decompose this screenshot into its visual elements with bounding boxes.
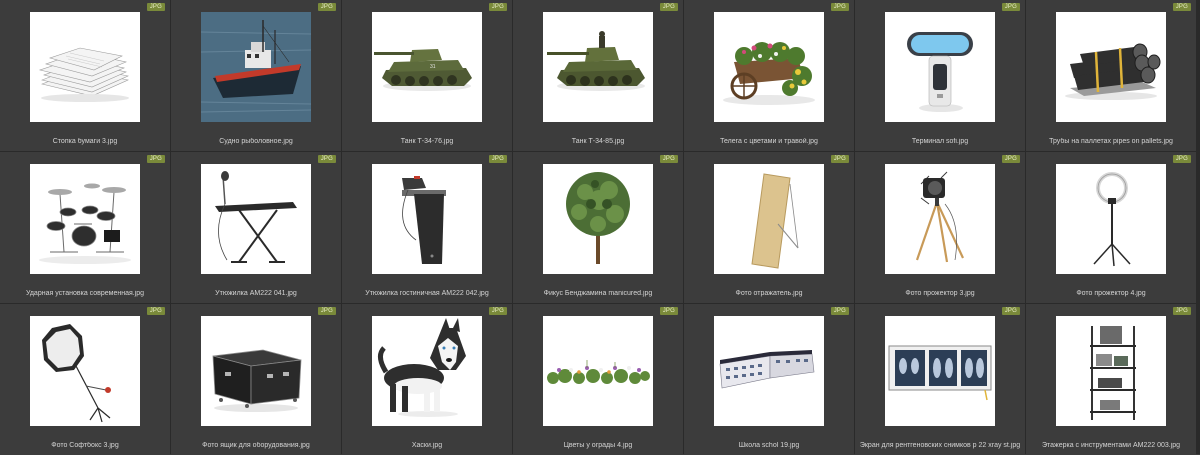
file-name: Ударная установка современная.jpg — [25, 290, 145, 297]
pipes-icon — [1056, 12, 1166, 122]
file-type-badge: JPG — [1001, 3, 1020, 11]
tool-shelf-icon — [1056, 316, 1166, 426]
file-name: Цветы у ограды 4.jpg — [563, 442, 633, 449]
file-type-badge: JPG — [830, 155, 849, 163]
file-tile[interactable]: JPG Фото ящик для оборудования.jpg — [171, 304, 341, 455]
ring-light-icon — [1056, 164, 1166, 274]
file-tile[interactable]: JPG Фото Софтбокс 3.jpg — [0, 304, 170, 455]
file-name: Фото прожектор 3.jpg — [905, 290, 975, 297]
terminal-icon — [885, 12, 995, 122]
thumbnail-grid: JPG Стопка бумаги 3.jpg JPG Судно рыболо… — [0, 0, 1200, 455]
file-tile[interactable]: 31 JPG Танк Т-34-76.jpg — [342, 0, 512, 151]
equipment-case-icon — [201, 316, 311, 426]
svg-text:31: 31 — [430, 64, 436, 70]
file-type-badge: JPG — [146, 3, 165, 11]
file-tile[interactable]: JPG Цветы у ограды 4.jpg — [513, 304, 683, 455]
softbox-icon — [30, 316, 140, 426]
file-tile[interactable]: JPG Этажерка с инструментами AM222 003.j… — [1026, 304, 1196, 455]
file-type-badge: JPG — [146, 307, 165, 315]
file-tile[interactable]: JPG Судно рыболовное.jpg — [171, 0, 341, 151]
file-name: Стопка бумаги 3.jpg — [52, 138, 118, 145]
file-type-badge: JPG — [488, 307, 507, 315]
file-tile[interactable]: JPG Терминал sofi.jpg — [855, 0, 1025, 151]
file-type-badge: JPG — [830, 307, 849, 315]
file-type-badge: JPG — [488, 3, 507, 11]
xray-screen-icon — [885, 316, 995, 426]
file-name: Телега с цветами и травой.jpg — [720, 138, 818, 145]
file-tile[interactable]: JPG Фикус Бенджамина manicured.jpg — [513, 152, 683, 303]
file-tile[interactable]: JPG Телега с цветами и травой.jpg — [684, 0, 854, 151]
file-name: Танк Т-34-76.jpg — [400, 138, 454, 145]
file-name: Танк Т-34-85.jpg — [571, 138, 625, 145]
flower-cart-icon — [714, 12, 824, 122]
ironing-board-icon — [201, 164, 311, 274]
spotlight-icon — [885, 164, 995, 274]
file-name: Этажерка с инструментами AM222 003.jpg — [1041, 442, 1181, 449]
photo-reflector-icon — [714, 164, 824, 274]
school-building-icon — [714, 316, 824, 426]
file-tile[interactable]: JPG Ударная установка современная.jpg — [0, 152, 170, 303]
file-tile[interactable]: JPG Хаски.jpg — [342, 304, 512, 455]
file-tile[interactable]: JPG Фото отражатель.jpg — [684, 152, 854, 303]
file-type-badge: JPG — [317, 155, 336, 163]
file-name: Утюжилка гостиничная AM222 042.jpg — [365, 290, 489, 297]
file-name: Утюжилка AM222 041.jpg — [215, 290, 297, 297]
file-tile[interactable]: JPG Фото прожектор 4.jpg — [1026, 152, 1196, 303]
file-tile[interactable]: JPG Школа schol 19.jpg — [684, 304, 854, 455]
file-type-badge: JPG — [1172, 3, 1191, 11]
file-type-badge: JPG — [659, 3, 678, 11]
file-name: Школа schol 19.jpg — [738, 442, 800, 449]
file-type-badge: JPG — [1172, 155, 1191, 163]
file-name: Хаски.jpg — [411, 442, 443, 449]
file-type-badge: JPG — [830, 3, 849, 11]
tank-icon: 31 — [372, 12, 482, 122]
file-type-badge: JPG — [488, 155, 507, 163]
file-name: Терминал sofi.jpg — [911, 138, 969, 145]
file-name: Экран для рентгеновских снимков р 22 xra… — [859, 442, 1021, 449]
file-name: Фото отражатель.jpg — [735, 290, 803, 297]
file-tile[interactable]: JPG Стопка бумаги 3.jpg — [0, 0, 170, 151]
file-name: Фото Софтбокс 3.jpg — [51, 442, 119, 449]
file-tile[interactable]: JPG Утюжилка гостиничная AM222 042.jpg — [342, 152, 512, 303]
husky-dog-icon — [372, 316, 482, 426]
ficus-tree-icon — [543, 164, 653, 274]
drum-kit-icon — [30, 164, 140, 274]
file-tile[interactable]: JPG Экран для рентгеновских снимков р 22… — [855, 304, 1025, 455]
paper-stack-icon — [30, 12, 140, 122]
file-name: Судно рыболовное.jpg — [219, 138, 293, 145]
file-name: Фото ящик для оборудования.jpg — [202, 442, 310, 449]
tank-icon — [543, 12, 653, 122]
file-type-badge: JPG — [146, 155, 165, 163]
file-name: Фото прожектор 4.jpg — [1076, 290, 1146, 297]
file-name: Трубы на паллетах pipes on pallets.jpg — [1049, 138, 1173, 145]
file-type-badge: JPG — [659, 307, 678, 315]
file-type-badge: JPG — [317, 3, 336, 11]
ironing-board-wall-icon — [372, 164, 482, 274]
file-tile[interactable]: JPG Трубы на паллетах pipes on pallets.j… — [1026, 0, 1196, 151]
file-type-badge: JPG — [1172, 307, 1191, 315]
file-tile[interactable]: JPG Утюжилка AM222 041.jpg — [171, 152, 341, 303]
file-name: Фикус Бенджамина manicured.jpg — [543, 290, 653, 297]
file-type-badge: JPG — [1001, 155, 1020, 163]
fishing-boat-icon — [201, 12, 311, 122]
file-tile[interactable]: JPG Фото прожектор 3.jpg — [855, 152, 1025, 303]
file-type-badge: JPG — [659, 155, 678, 163]
flower-row-icon — [543, 316, 653, 426]
file-type-badge: JPG — [317, 307, 336, 315]
file-tile[interactable]: JPG Танк Т-34-85.jpg — [513, 0, 683, 151]
file-type-badge: JPG — [1001, 307, 1020, 315]
